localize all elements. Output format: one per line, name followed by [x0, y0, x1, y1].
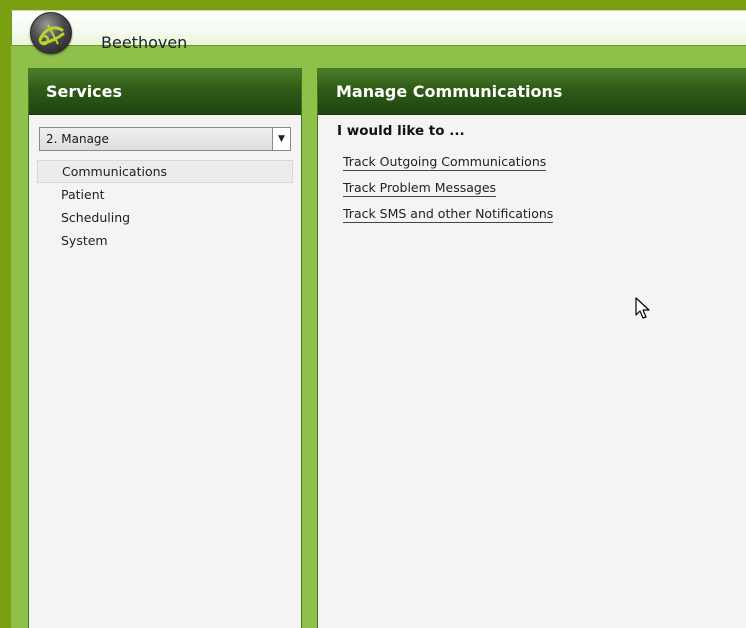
services-item-patient[interactable]: Patient [37, 183, 293, 206]
app-title: Beethoven [101, 33, 188, 52]
beethoven-logo-icon[interactable] [30, 12, 72, 54]
manage-communications-header: Manage Communications [318, 69, 746, 115]
window-frame-top [0, 0, 746, 10]
title-bar: Beethoven [11, 10, 746, 54]
intro-heading: I would like to ... [337, 123, 465, 139]
mouse-pointer-icon [635, 297, 651, 325]
track-sms-notifications-link[interactable]: Track SMS and other Notifications [343, 206, 554, 223]
manage-communications-panel: Manage Communications I would like to ..… [317, 68, 746, 628]
window-frame-left [0, 0, 11, 628]
communication-links: Track Outgoing Communications Track Prob… [343, 151, 554, 229]
track-problem-messages-link[interactable]: Track Problem Messages [343, 180, 497, 197]
services-dropdown[interactable]: 2. Manage ▼ [39, 127, 291, 151]
services-item-communications[interactable]: Communications [37, 160, 293, 183]
dropdown-selected-value: 2. Manage [46, 132, 109, 146]
services-item-scheduling[interactable]: Scheduling [37, 206, 293, 229]
services-item-system[interactable]: System [37, 229, 293, 252]
services-panel: Services 2. Manage ▼ Communications Pati… [28, 68, 302, 628]
services-header: Services [29, 69, 301, 115]
services-nav-list: Communications Patient Scheduling System [37, 160, 293, 252]
track-outgoing-communications-link[interactable]: Track Outgoing Communications [343, 154, 547, 171]
chevron-down-icon[interactable]: ▼ [272, 128, 290, 150]
